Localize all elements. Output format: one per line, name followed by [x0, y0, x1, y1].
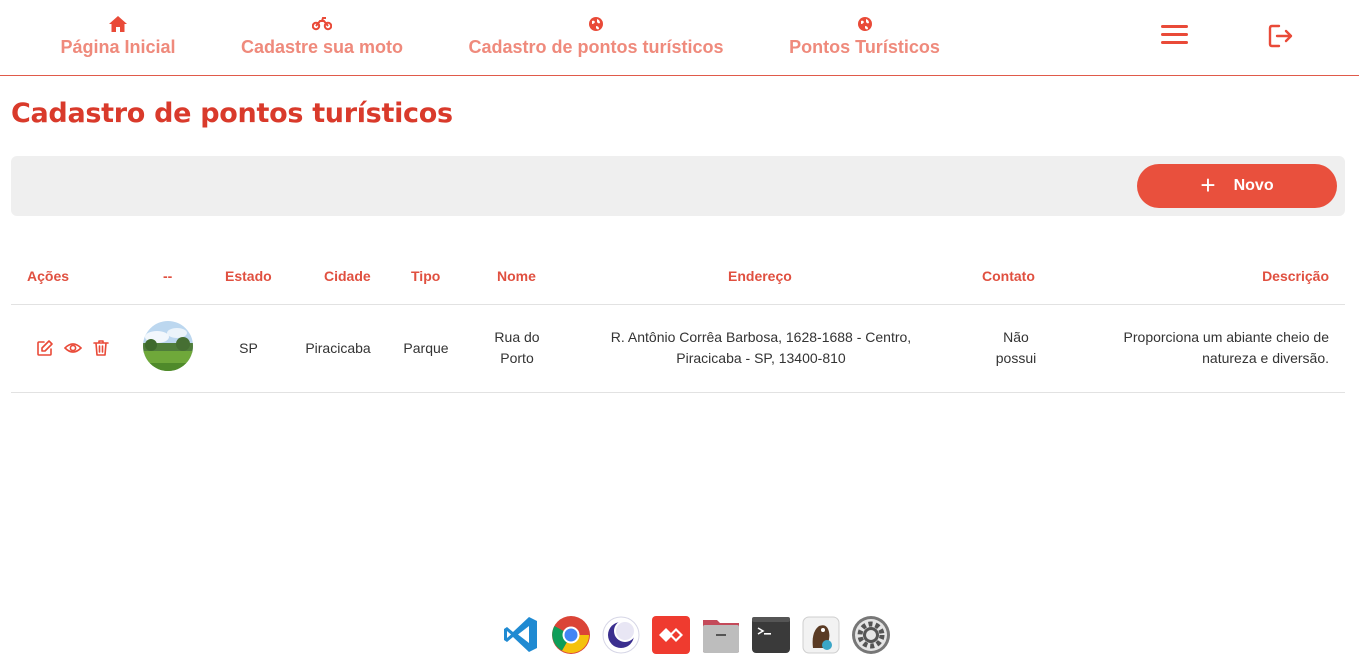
nav-register-moto[interactable]: Cadastre sua moto: [241, 14, 403, 58]
cell-descricao: Proporciona um abiante cheio de natureza…: [1123, 329, 1329, 366]
nav-tourist-points-label: Pontos Turísticos: [789, 37, 940, 57]
cell-endereco: R. Antônio Corrêa Barbosa, 1628-1688 - C…: [610, 329, 912, 366]
nav-register-points-label: Cadastro de pontos turísticos: [468, 37, 724, 57]
trash-icon[interactable]: [92, 339, 110, 357]
top-navigation: Página Inicial Cadastre sua moto Cadastr…: [0, 0, 1359, 76]
new-button[interactable]: + Novo: [1137, 164, 1337, 208]
header-descricao[interactable]: Descrição: [1262, 268, 1329, 284]
plus-icon: +: [1200, 170, 1216, 200]
terminal-icon[interactable]: [751, 614, 791, 655]
page-title: Cadastro de pontos turísticos: [11, 98, 453, 129]
cell-cidade: Piracicaba: [305, 340, 371, 356]
tourist-points-table: Ações -- Estado Cidade Tipo Nome Endereç…: [11, 248, 1345, 393]
nav-tourist-points[interactable]: Pontos Turísticos: [789, 14, 940, 58]
table-row: SP Piracicaba Parque Rua do Porto R. Ant…: [11, 305, 1345, 393]
cell-estado: SP: [239, 340, 258, 356]
globe-icon: [588, 14, 604, 34]
nav-register-points[interactable]: Cadastro de pontos turísticos: [468, 14, 724, 58]
house-icon: [108, 14, 128, 34]
cell-tipo: Parque: [403, 340, 449, 356]
nav-home-label: Página Inicial: [60, 37, 176, 57]
header-estado[interactable]: Estado: [225, 268, 272, 284]
header-image[interactable]: --: [163, 268, 172, 284]
new-button-label: Novo: [1233, 177, 1274, 194]
taskbar-dock: [501, 614, 891, 655]
edit-icon[interactable]: [36, 339, 54, 357]
logout-icon[interactable]: [1268, 23, 1294, 49]
header-acoes[interactable]: Ações: [27, 268, 69, 284]
globe-icon: [857, 14, 873, 34]
settings-icon[interactable]: [851, 614, 891, 655]
view-eye-icon[interactable]: [63, 339, 83, 357]
tourist-point-image: [143, 321, 193, 371]
nav-register-moto-label: Cadastre sua moto: [240, 37, 404, 57]
table-header: Ações -- Estado Cidade Tipo Nome Endereç…: [11, 248, 1345, 305]
vscode-icon[interactable]: [501, 614, 541, 655]
header-endereco[interactable]: Endereço: [728, 268, 792, 284]
toolbar: + Novo: [11, 156, 1345, 216]
anydesk-icon[interactable]: [651, 614, 691, 655]
header-tipo[interactable]: Tipo: [411, 268, 440, 284]
hamburger-menu-icon[interactable]: [1160, 24, 1190, 46]
nav-home[interactable]: Página Inicial: [60, 14, 176, 58]
row-actions: [36, 339, 110, 357]
cell-nome: Rua do Porto: [494, 329, 540, 366]
header-cidade[interactable]: Cidade: [324, 268, 371, 284]
dbeaver-icon[interactable]: [801, 614, 841, 655]
chrome-icon[interactable]: [551, 614, 591, 655]
header-contato[interactable]: Contato: [982, 268, 1035, 284]
files-icon[interactable]: [701, 614, 741, 655]
motorcycle-icon: [312, 14, 332, 34]
eclipse-icon[interactable]: [601, 614, 641, 655]
cell-contato: Não possui: [995, 329, 1037, 366]
header-nome[interactable]: Nome: [497, 268, 536, 284]
